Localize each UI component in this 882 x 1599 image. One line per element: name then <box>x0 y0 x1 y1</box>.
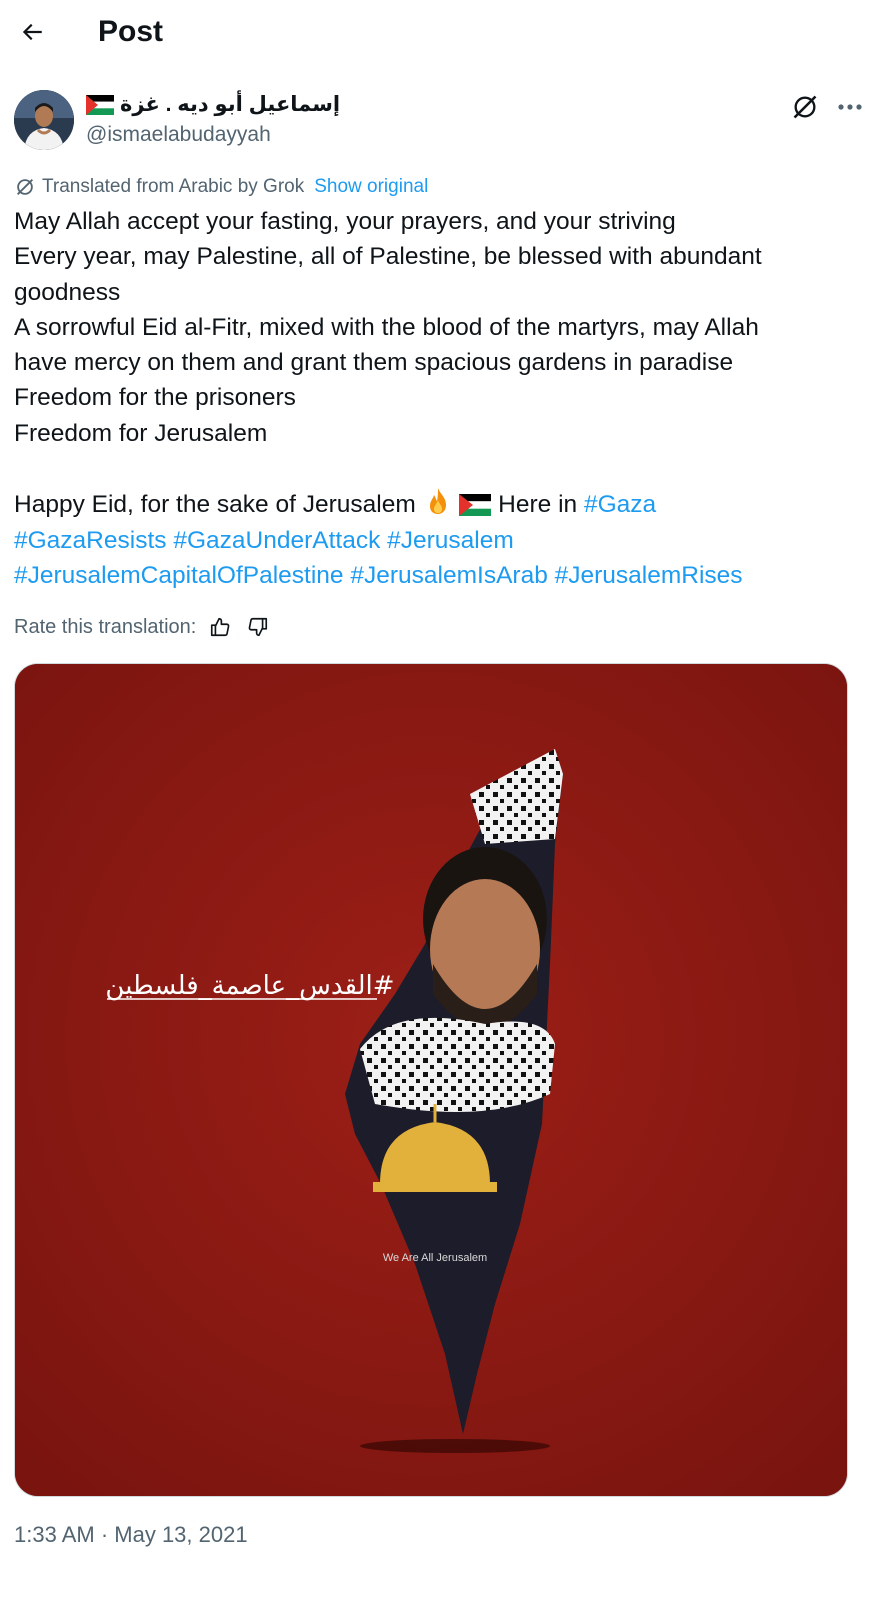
display-name[interactable]: إسماعيل أبو ديه . غزة <box>86 92 340 118</box>
grok-icon <box>793 95 817 119</box>
hashtag-jerusalem-rises[interactable]: #JerusalemRises <box>555 562 743 589</box>
tweet-line: Freedom for the prisoners <box>14 384 296 412</box>
image-overlay-hashtag: #القدس_عاصمة_فلسطين <box>105 971 394 1001</box>
thumbs-up-button[interactable] <box>206 613 234 641</box>
tweet-line: A sorrowful Eid al-Fitr, mixed with the … <box>14 313 759 341</box>
tweet-line: goodness <box>14 278 121 306</box>
back-arrow-icon <box>22 23 42 41</box>
tweet-line: Freedom for Jerusalem <box>14 419 268 447</box>
shirt-text: We Are All Jerusalem <box>383 1252 487 1264</box>
back-button[interactable] <box>14 14 50 50</box>
hashtag-gaza-under-attack[interactable]: #GazaUnderAttack <box>173 527 380 554</box>
page-title: Post <box>98 15 164 48</box>
post-image[interactable]: We Are All Jerusalem #القدس_عاصمة_فلسطين <box>14 663 848 1497</box>
rate-translation: Rate this translation: <box>14 612 272 642</box>
display-name-text: إسماعيل أبو ديه . غزة <box>120 93 341 116</box>
rate-translation-label: Rate this translation: <box>14 615 197 638</box>
palestine-flag-emoji-icon <box>459 494 492 517</box>
more-options-button[interactable] <box>832 92 868 122</box>
tweet-line: Every year, may Palestine, all of Palest… <box>14 243 762 271</box>
translation-notice: Translated from Arabic by Grok Show orig… <box>14 174 428 200</box>
thumbs-down-button[interactable] <box>244 613 272 641</box>
hashtag-line: #JerusalemCapitalOfPalestine #JerusalemI… <box>14 558 844 593</box>
hashtag-gaza[interactable]: #Gaza <box>584 491 656 518</box>
tweet-line: Happy Eid, for the sake of Jerusalem Her… <box>14 486 844 522</box>
fire-emoji-icon <box>429 488 446 515</box>
thumbs-up-icon <box>211 617 230 637</box>
hashtag-line: #GazaResists #GazaUnderAttack #Jerusalem <box>14 523 844 558</box>
grok-translate-icon <box>17 179 33 195</box>
hashtag-jerusalem[interactable]: #Jerusalem <box>387 527 514 554</box>
top-bar: Post <box>0 0 882 66</box>
author-row: إسماعيل أبو ديه . غزة @ismaelabudayyah <box>14 90 868 152</box>
translation-notice-text: Translated from Arabic by Grok <box>42 176 305 197</box>
eid-text-after: Here in <box>498 491 578 519</box>
thumbs-down-icon <box>248 617 268 637</box>
post-timestamp[interactable]: 1:33 AM · May 13, 2021 <box>14 1519 248 1551</box>
hashtag-jerusalem-is-arab[interactable]: #JerusalemIsArab <box>350 562 547 589</box>
avatar[interactable] <box>14 90 74 150</box>
post-image-artwork: We Are All Jerusalem #القدس_عاصمة_فلسطين <box>15 664 847 1496</box>
hashtag-gaza-resists[interactable]: #GazaResists <box>14 527 167 554</box>
show-original-link[interactable]: Show original <box>314 176 428 198</box>
palestine-flag-icon <box>86 95 114 115</box>
tweet-line: May Allah accept your fasting, your pray… <box>14 208 676 235</box>
tweet-text: May Allah accept your fasting, your pray… <box>14 204 844 593</box>
tweet-line: have mercy on them and grant them spacio… <box>14 349 734 377</box>
grok-button[interactable] <box>790 92 820 122</box>
more-horizontal-icon <box>838 104 862 110</box>
hashtag-jerusalem-capital[interactable]: #JerusalemCapitalOfPalestine <box>14 562 344 589</box>
author-handle[interactable]: @ismaelabudayyah <box>86 122 271 148</box>
eid-text: Happy Eid, for the sake of Jerusalem <box>14 491 416 519</box>
